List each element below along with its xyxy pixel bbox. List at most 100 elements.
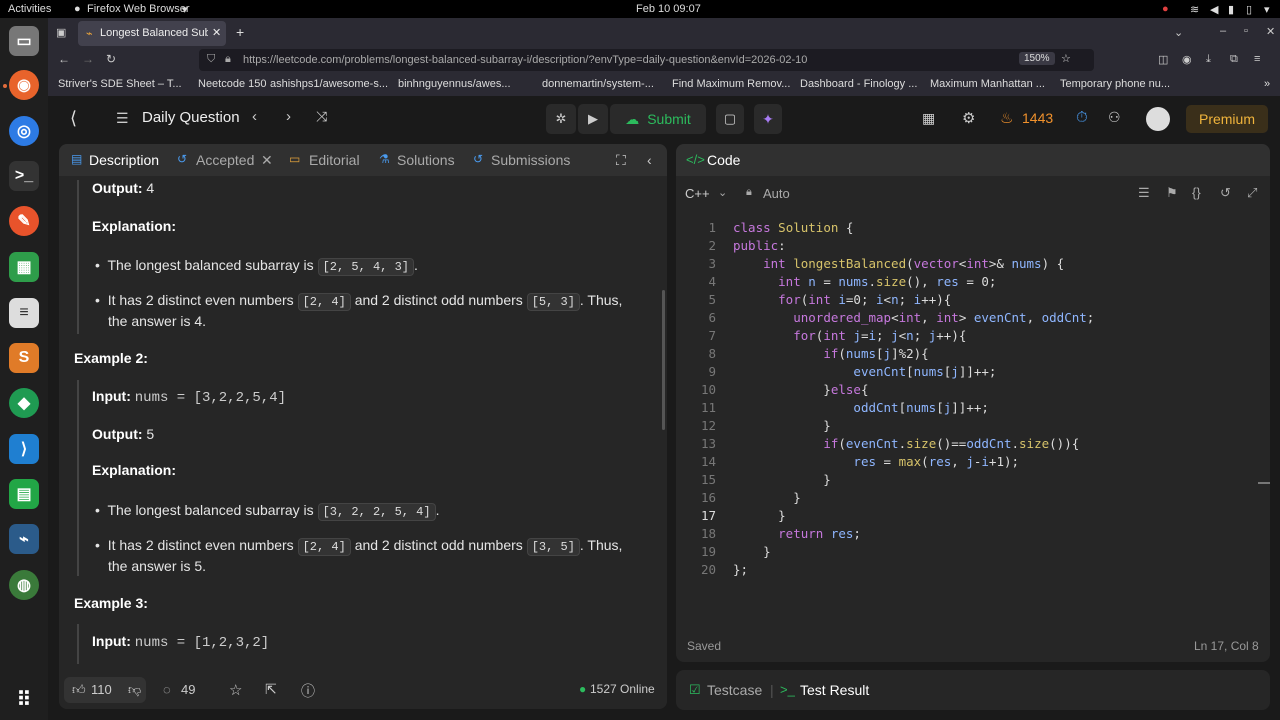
- spreadsheet-icon[interactable]: ▦: [9, 252, 39, 282]
- shuffle-icon[interactable]: ⤨: [316, 108, 327, 125]
- tab-solutions[interactable]: Solutions: [397, 152, 455, 168]
- tab-list-icon[interactable]: ▣: [56, 26, 66, 39]
- settings-gear-icon[interactable]: ⚙: [962, 109, 975, 127]
- new-tab-icon[interactable]: +: [236, 24, 244, 40]
- braces-icon[interactable]: {}: [1192, 185, 1201, 200]
- ai-assistant-button[interactable]: ✦: [754, 104, 782, 134]
- tab-submissions[interactable]: Submissions: [491, 152, 570, 168]
- tab-editorial[interactable]: Editorial: [309, 152, 360, 168]
- share-icon[interactable]: ⇱: [265, 681, 277, 698]
- submit-button[interactable]: ☁ Submit: [610, 104, 706, 134]
- list-all-tabs-icon[interactable]: ⌄: [1174, 26, 1183, 39]
- maximize-window-icon[interactable]: ▫: [1244, 25, 1248, 37]
- url-text[interactable]: https://leetcode.com/problems/longest-ba…: [243, 54, 983, 66]
- bookmark-item[interactable]: Temporary phone nu...: [1060, 78, 1170, 90]
- extensions-icon[interactable]: ⧉: [1230, 53, 1238, 66]
- mongodb-compass-icon[interactable]: ◆: [9, 388, 39, 418]
- sublime-text-icon[interactable]: S: [9, 343, 39, 373]
- volume-icon: ◀: [1210, 4, 1219, 16]
- notes-button[interactable]: ▢: [716, 104, 744, 134]
- format-icon[interactable]: ☰: [1138, 185, 1150, 201]
- shield-icon[interactable]: ⛉: [207, 53, 215, 66]
- close-accepted-tab-icon[interactable]: ✕: [261, 152, 273, 169]
- thumbs-up-icon[interactable]: 👍︎: [72, 682, 86, 698]
- avatar[interactable]: [1146, 107, 1170, 131]
- chrome-icon[interactable]: ◎: [9, 116, 39, 146]
- layout-icon[interactable]: ▦: [922, 110, 935, 127]
- bookmark-item[interactable]: Find Maximum Remov...: [672, 78, 790, 90]
- files-icon[interactable]: ▭: [9, 26, 39, 56]
- bookmarks-overflow-icon[interactable]: »: [1264, 78, 1270, 90]
- close-tab-icon[interactable]: ✕: [212, 26, 221, 39]
- code-editor[interactable]: 1 class Solution {2 public: 3 int longestBa…: [676, 220, 1270, 620]
- browser-tab[interactable]: ⌁ Longest Balanced Subarr ✕: [78, 21, 226, 46]
- url-bar[interactable]: ⛉ 🔒︎ https://leetcode.com/problems/longe…: [199, 49, 1094, 71]
- back-icon[interactable]: ←: [58, 52, 70, 66]
- chat-app-icon[interactable]: ▤: [9, 479, 39, 509]
- minimize-window-icon[interactable]: –: [1220, 25, 1226, 37]
- app-menu[interactable]: Firefox Web Browser: [87, 3, 190, 15]
- vscode-icon[interactable]: ⟩: [9, 434, 39, 464]
- input-label: Input:: [92, 633, 131, 649]
- tab-test-result[interactable]: Test Result: [800, 682, 869, 698]
- daily-question-title[interactable]: Daily Question: [142, 109, 240, 126]
- drawing-app-icon[interactable]: ✎: [9, 206, 39, 236]
- bookmark-item[interactable]: binhnguyennus/awes...: [398, 78, 511, 90]
- globe-app-icon[interactable]: ◍: [9, 570, 39, 600]
- bookmark-item[interactable]: ashishps1/awesome-s...: [270, 78, 388, 90]
- downloads-icon[interactable]: ⤓: [1206, 53, 1211, 66]
- menu-icon[interactable]: ≡: [1254, 53, 1260, 65]
- bookmark-item[interactable]: Dashboard - Finology ...: [800, 78, 917, 90]
- bookmark-item[interactable]: donnemartin/system-...: [542, 78, 654, 90]
- like-count[interactable]: 110: [91, 682, 112, 697]
- collapse-panel-icon[interactable]: ‹: [647, 152, 652, 168]
- line-number: 18: [700, 526, 716, 541]
- comment-icon[interactable]: ◌: [163, 682, 171, 697]
- code-panel-title[interactable]: Code: [707, 152, 740, 168]
- document-viewer-icon[interactable]: ≡: [9, 298, 39, 328]
- account-icon[interactable]: ◉: [1182, 53, 1192, 66]
- favorite-star-icon[interactable]: ☆: [229, 681, 242, 699]
- help-icon[interactable]: ⓘ: [301, 681, 315, 701]
- prev-problem-icon[interactable]: ‹: [252, 108, 257, 125]
- zoom-level[interactable]: 150%: [1019, 52, 1055, 65]
- power-menu-icon[interactable]: ▾: [1264, 3, 1270, 16]
- firefox-dock-icon[interactable]: ◉: [9, 70, 39, 100]
- pocket-icon[interactable]: ◫: [1158, 53, 1168, 66]
- streak-count[interactable]: 1443: [1022, 110, 1053, 126]
- fullscreen-icon[interactable]: ⛶: [616, 152, 626, 169]
- tab-testcase[interactable]: Testcase: [707, 682, 762, 698]
- expand-icon[interactable]: ⤢: [1247, 185, 1257, 201]
- scrollbar-thumb[interactable]: [662, 290, 665, 430]
- reload-icon[interactable]: ↻: [106, 52, 116, 66]
- terminal-icon[interactable]: >_: [9, 161, 39, 191]
- thumbs-down-icon[interactable]: 👎︎: [128, 682, 141, 698]
- forward-icon[interactable]: →: [82, 52, 94, 66]
- tab-description[interactable]: Description: [89, 152, 159, 168]
- bookmark-item[interactable]: Maximum Manhattan ...: [930, 78, 1045, 90]
- bookmark-item[interactable]: Striver's SDE Sheet – T...: [58, 78, 182, 90]
- online-count: 1527 Online: [590, 682, 655, 696]
- timer-icon[interactable]: ⏱: [1076, 109, 1088, 126]
- run-button[interactable]: ▶: [578, 104, 608, 134]
- problem-list-icon[interactable]: ☰: [116, 110, 129, 127]
- language-select[interactable]: C++: [685, 186, 710, 201]
- add-friend-icon[interactable]: ⚇: [1108, 109, 1121, 126]
- leetcode-logo-icon[interactable]: ⟨: [70, 108, 77, 129]
- activities-button[interactable]: Activities: [8, 3, 51, 15]
- lock-icon[interactable]: 🔒︎: [225, 53, 231, 66]
- auto-mode[interactable]: Auto: [763, 186, 790, 201]
- close-window-icon[interactable]: ✕: [1266, 25, 1275, 38]
- tab-accepted[interactable]: Accepted: [196, 152, 254, 168]
- app-grid-icon[interactable]: ⠿: [9, 684, 39, 714]
- clock[interactable]: Feb 10 09:07: [636, 3, 701, 15]
- next-problem-icon[interactable]: ›: [286, 108, 291, 125]
- premium-button[interactable]: Premium: [1186, 105, 1268, 133]
- bookmark-star-icon[interactable]: ☆: [1061, 52, 1071, 65]
- reset-icon[interactable]: ↺: [1220, 185, 1231, 201]
- mysql-workbench-icon[interactable]: ⌁: [9, 524, 39, 554]
- bookmark-item[interactable]: Neetcode 150: [198, 78, 267, 90]
- comment-count[interactable]: 49: [181, 682, 195, 697]
- debug-button[interactable]: ✲: [546, 104, 576, 134]
- bookmark-icon[interactable]: ⚑: [1166, 185, 1178, 201]
